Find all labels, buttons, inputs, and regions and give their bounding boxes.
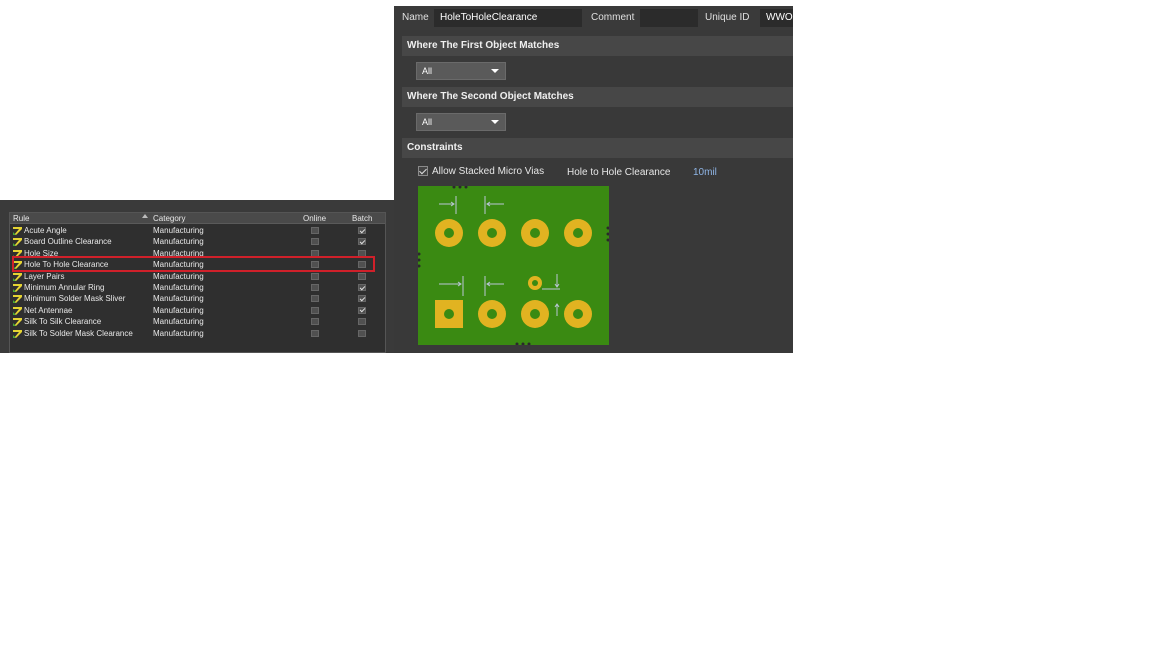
table-row[interactable]: Silk To Silk Clearance Manufacturing xyxy=(10,316,385,327)
table-row[interactable]: Acute Angle Manufacturing xyxy=(10,225,385,236)
table-row[interactable]: Silk To Solder Mask Clearance Manufacturi… xyxy=(10,328,385,339)
rule-name: Silk To Solder Mask Clearance xyxy=(24,328,133,338)
allow-stacked-micro-vias-checkbox[interactable] xyxy=(418,166,428,176)
name-label: Name xyxy=(402,12,429,23)
batch-checkbox[interactable] xyxy=(358,227,366,234)
online-checkbox[interactable] xyxy=(311,295,319,303)
online-checkbox[interactable] xyxy=(311,227,319,234)
rule-icon xyxy=(13,238,22,247)
online-checkbox[interactable] xyxy=(311,306,319,314)
hole-clearance-label: Hole to Hole Clearance xyxy=(567,167,671,178)
name-field[interactable]: HoleToHoleClearance xyxy=(434,9,582,27)
column-batch[interactable]: Batch xyxy=(352,214,372,223)
unique-id-label: Unique ID xyxy=(705,12,750,23)
table-row[interactable]: Minimum Solder Mask Sliver Manufacturing xyxy=(10,293,385,304)
rule-icon xyxy=(13,295,22,304)
rule-name: Board Outline Clearance xyxy=(24,237,112,247)
table-row[interactable]: Net Antennae Manufacturing xyxy=(10,305,385,316)
rule-category: Manufacturing xyxy=(153,294,204,304)
second-object-dropdown[interactable]: All xyxy=(416,113,506,131)
rules-grid-header: Rule Category Online Batch xyxy=(10,213,385,224)
rule-category: Manufacturing xyxy=(153,317,204,327)
comment-label: Comment xyxy=(591,12,635,23)
rule-category: Manufacturing xyxy=(153,283,204,292)
hole-clearance-value[interactable]: 10mil xyxy=(693,167,717,178)
online-checkbox[interactable] xyxy=(311,318,319,326)
rule-icon xyxy=(13,329,22,338)
rule-icon xyxy=(13,227,22,235)
rule-name: Net Antennae xyxy=(24,305,73,315)
second-object-section-header: Where The Second Object Matches xyxy=(402,87,793,107)
comment-field[interactable] xyxy=(640,9,698,27)
batch-checkbox[interactable] xyxy=(358,329,366,337)
batch-checkbox[interactable] xyxy=(358,295,366,303)
column-category[interactable]: Category xyxy=(153,214,185,223)
batch-checkbox[interactable] xyxy=(358,318,366,326)
rule-name: Minimum Solder Mask Sliver xyxy=(24,294,126,304)
rule-category: Manufacturing xyxy=(153,328,204,338)
rule-editor-panel: Name HoleToHoleClearance Comment Unique … xyxy=(394,6,793,353)
unique-id-field[interactable]: WWO xyxy=(760,9,793,27)
rule-category: Manufacturing xyxy=(153,226,204,235)
rule-name: Silk To Silk Clearance xyxy=(24,317,102,327)
rule-category: Manufacturing xyxy=(153,237,204,247)
allow-stacked-micro-vias-label: Allow Stacked Micro Vias xyxy=(432,166,545,177)
first-object-section-header: Where The First Object Matches xyxy=(402,36,793,56)
rule-icon xyxy=(13,272,22,281)
first-object-dropdown-value: All xyxy=(422,66,433,76)
online-checkbox[interactable] xyxy=(311,272,319,280)
constraints-section-header: Constraints xyxy=(402,138,793,158)
rules-grid: Rule Category Online Batch Acute Angle Ma… xyxy=(9,212,386,353)
rule-category: Manufacturing xyxy=(153,271,204,281)
batch-checkbox[interactable] xyxy=(358,284,366,291)
rule-name: Layer Pairs xyxy=(24,271,65,281)
second-object-dropdown-value: All xyxy=(422,117,433,127)
online-checkbox[interactable] xyxy=(311,238,319,246)
batch-checkbox[interactable] xyxy=(358,306,366,314)
selected-row-highlight xyxy=(12,256,375,272)
rule-icon xyxy=(13,318,22,327)
batch-checkbox[interactable] xyxy=(358,238,366,246)
table-row[interactable]: Layer Pairs Manufacturing xyxy=(10,271,385,282)
online-checkbox[interactable] xyxy=(311,284,319,291)
chevron-down-icon xyxy=(491,69,499,73)
batch-checkbox[interactable] xyxy=(358,272,366,280)
chevron-down-icon xyxy=(491,120,499,124)
first-object-dropdown[interactable]: All xyxy=(416,62,506,80)
rule-name: Acute Angle xyxy=(24,226,67,235)
table-row[interactable]: Board Outline Clearance Manufacturing xyxy=(10,236,385,247)
rule-header-row: Name HoleToHoleClearance Comment Unique … xyxy=(394,6,793,30)
rule-name: Minimum Annular Ring xyxy=(24,283,105,292)
rules-list-panel: Rule Category Online Batch Acute Angle Ma… xyxy=(0,200,394,353)
rule-icon xyxy=(13,306,22,315)
hole-clearance-diagram xyxy=(418,186,609,345)
rule-icon xyxy=(13,284,22,292)
column-online[interactable]: Online xyxy=(303,214,326,223)
rule-category: Manufacturing xyxy=(153,305,204,315)
sort-ascending-icon xyxy=(142,214,148,218)
online-checkbox[interactable] xyxy=(311,329,319,337)
column-rule[interactable]: Rule xyxy=(13,214,29,223)
table-row[interactable]: Minimum Annular Ring Manufacturing xyxy=(10,282,385,293)
